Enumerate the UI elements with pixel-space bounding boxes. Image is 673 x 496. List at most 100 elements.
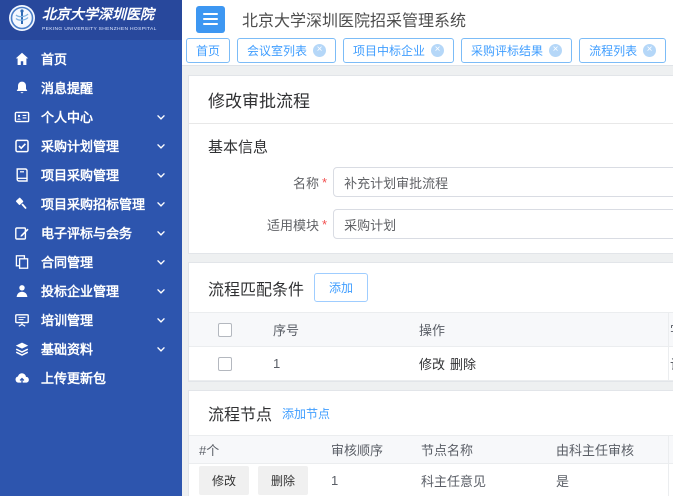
top-header: 北京大学深圳医院招采管理系统 — [182, 0, 673, 38]
sidebar-item-label: 电子评标与会务 — [41, 223, 132, 242]
row-clipped-cell — [668, 464, 673, 496]
sidebar-item-label: 项目采购招标管理 — [41, 194, 145, 213]
layers-icon — [14, 341, 30, 357]
close-icon[interactable]: × — [313, 44, 326, 57]
sidebar-item-bidding-management[interactable]: 项目采购招标管理 — [0, 189, 182, 218]
sidebar-menu: 首页 消息提醒 个人中心 采购计划管理 项目采购管理 项目采购招标管理 — [0, 40, 182, 392]
process-nodes-table: #个 审核顺序 节点名称 由科主任审核 修改 删除 1 科主任意见 是 修改 — [189, 435, 673, 496]
row-checkbox[interactable] — [218, 357, 232, 371]
book-icon — [14, 167, 30, 183]
sidebar-toggle-button[interactable] — [196, 6, 225, 33]
match-conditions-table: 序号 操作 字 1 修改 删除 计 — [189, 312, 673, 381]
hospital-subtitle: PEKING UNIVERSITY SHENZHEN HOSPITAL — [42, 26, 157, 31]
match-conditions-heading-row: 流程匹配条件 添加 — [189, 263, 673, 312]
bell-icon — [14, 80, 30, 96]
hospital-name: 北京大学深圳医院 — [42, 9, 182, 23]
tab-label: 会议室列表 — [247, 42, 307, 59]
basic-info-heading: 基本信息 — [189, 124, 673, 165]
table-header-row: 序号 操作 字 — [189, 313, 673, 347]
table-row: 1 修改 删除 计 — [189, 347, 673, 381]
tab-winning-enterprises[interactable]: 项目中标企业 × — [343, 38, 454, 63]
tab-label: 采购评标结果 — [471, 42, 543, 59]
home-icon — [14, 51, 30, 67]
add-node-link[interactable]: 添加节点 — [282, 405, 330, 422]
gavel-icon — [14, 196, 30, 212]
page-title: 修改审批流程 — [189, 76, 673, 124]
tab-evaluation-results[interactable]: 采购评标结果 × — [461, 38, 572, 63]
sidebar-item-personal-center[interactable]: 个人中心 — [0, 102, 182, 131]
edit-node-button[interactable]: 修改 — [199, 466, 249, 495]
edit-file-icon — [14, 225, 30, 241]
process-nodes-heading-row: 流程节点 添加节点 — [189, 391, 673, 435]
edit-link[interactable]: 修改 — [419, 354, 445, 373]
form-row-name: 名称 * — [189, 167, 673, 197]
cloud-upload-icon — [14, 370, 30, 386]
app-title: 北京大学深圳医院招采管理系统 — [242, 7, 466, 31]
sidebar-item-label: 个人中心 — [41, 107, 93, 126]
sidebar-item-label: 合同管理 — [41, 252, 93, 271]
sidebar-item-e-evaluation[interactable]: 电子评标与会务 — [0, 218, 182, 247]
sidebar-item-purchase-plan[interactable]: 采购计划管理 — [0, 131, 182, 160]
hospital-logo-band: 北京大学深圳医院 PEKING UNIVERSITY SHENZHEN HOSP… — [0, 0, 182, 40]
sidebar-item-label: 上传更新包 — [41, 368, 106, 387]
required-mark: * — [322, 175, 327, 190]
name-input[interactable] — [333, 167, 673, 197]
column-header-clipped — [668, 436, 673, 463]
name-field-label: 名称 — [189, 173, 319, 192]
sidebar-item-training-management[interactable]: 培训管理 — [0, 305, 182, 334]
chevron-down-icon — [156, 286, 166, 296]
documents-icon — [14, 254, 30, 270]
person-icon — [14, 283, 30, 299]
content-area: 修改审批流程 基本信息 名称 * 适用模块 * 流程匹配条件 添加 序号 操作 … — [182, 66, 673, 496]
row-order: 1 — [321, 464, 411, 496]
sidebar-item-label: 基础资料 — [41, 339, 93, 358]
sidebar-item-contract-management[interactable]: 合同管理 — [0, 247, 182, 276]
sidebar-item-messages[interactable]: 消息提醒 — [0, 73, 182, 102]
column-header-no: 序号 — [261, 313, 407, 346]
delete-node-button[interactable]: 删除 — [258, 466, 308, 495]
row-clipped-cell: 计 — [668, 347, 673, 380]
close-icon[interactable]: × — [431, 44, 444, 57]
sidebar-item-project-purchase[interactable]: 项目采购管理 — [0, 160, 182, 189]
row-node-name: 科主任意见 — [411, 464, 546, 496]
module-field-label: 适用模块 — [189, 215, 319, 234]
tab-home[interactable]: 首页 — [186, 38, 230, 63]
sidebar-item-label: 培训管理 — [41, 310, 93, 329]
delete-link[interactable]: 删除 — [450, 354, 476, 373]
column-header-actions: #个 — [189, 436, 321, 463]
close-icon[interactable]: × — [549, 44, 562, 57]
column-header-node-name: 节点名称 — [411, 436, 546, 463]
sidebar-item-home[interactable]: 首页 — [0, 44, 182, 73]
row-no: 1 — [261, 347, 407, 380]
chevron-down-icon — [156, 141, 166, 151]
tab-label: 首页 — [196, 42, 220, 59]
module-input[interactable] — [333, 209, 673, 239]
required-mark: * — [322, 217, 327, 232]
sidebar-item-basic-data[interactable]: 基础资料 — [0, 334, 182, 363]
tab-process-list[interactable]: 流程列表× — [579, 38, 666, 63]
open-tabs-bar: 首页 会议室列表× 项目中标企业× 采购评标结果× 流程列表× 流程× — [182, 38, 673, 66]
column-header-order: 审核顺序 — [321, 436, 411, 463]
column-header-dept-head: 由科主任审核 — [546, 436, 668, 463]
sidebar-item-upload-update-package[interactable]: 上传更新包 — [0, 363, 182, 392]
sidebar-item-label: 投标企业管理 — [41, 281, 119, 300]
table-row: 修改 删除 1 科主任意见 是 — [189, 464, 673, 496]
form-row-module: 适用模块 * — [189, 209, 673, 239]
sidebar-item-bidder-enterprise[interactable]: 投标企业管理 — [0, 276, 182, 305]
match-conditions-panel: 流程匹配条件 添加 序号 操作 字 1 修改 删除 计 — [188, 262, 673, 382]
column-header-clipped: 字 — [668, 313, 673, 346]
add-condition-button[interactable]: 添加 — [314, 273, 368, 302]
sidebar-item-label: 采购计划管理 — [41, 136, 119, 155]
basic-info-panel: 修改审批流程 基本信息 名称 * 适用模块 * — [188, 75, 673, 254]
process-nodes-panel: 流程节点 添加节点 #个 审核顺序 节点名称 由科主任审核 修改 删除 1 科主… — [188, 390, 673, 496]
tab-label: 项目中标企业 — [353, 42, 425, 59]
select-all-checkbox[interactable] — [218, 323, 232, 337]
training-board-icon — [14, 312, 30, 328]
chevron-down-icon — [156, 315, 166, 325]
sidebar-item-label: 首页 — [41, 49, 67, 68]
chevron-down-icon — [156, 344, 166, 354]
id-card-icon — [14, 109, 30, 125]
close-icon[interactable]: × — [643, 44, 656, 57]
table-header-row: #个 审核顺序 节点名称 由科主任审核 — [189, 436, 673, 464]
tab-meeting-room-list[interactable]: 会议室列表 × — [237, 38, 336, 63]
